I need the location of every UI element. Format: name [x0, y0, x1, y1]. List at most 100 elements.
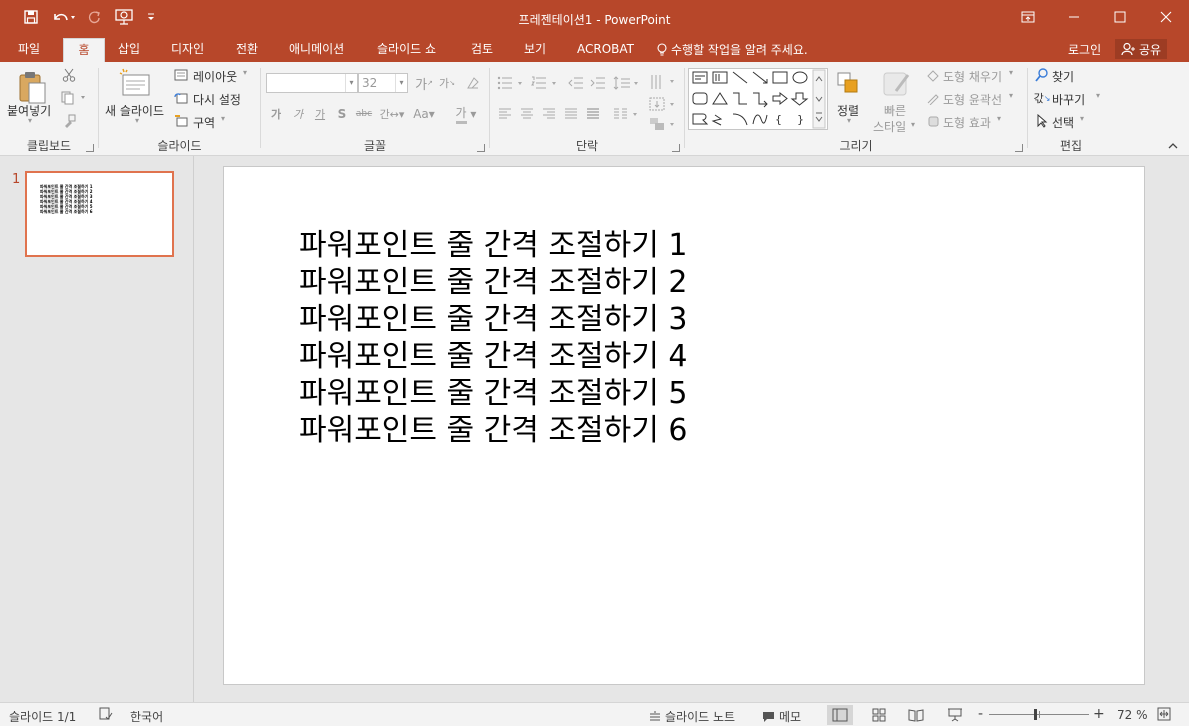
zoom-slider-handle[interactable] — [1034, 709, 1037, 720]
find-button[interactable]: 찾기 — [1052, 68, 1074, 85]
new-slide-icon[interactable] — [117, 66, 153, 100]
layout-dropdown-icon[interactable]: ▾ — [243, 68, 247, 77]
reset-button[interactable]: 다시 설정 — [193, 91, 241, 108]
tab-slideshow[interactable]: 슬라이드 쇼 — [367, 38, 446, 62]
arrange-icon[interactable] — [833, 68, 865, 100]
section-button[interactable]: 구역 — [193, 114, 215, 131]
underline-icon[interactable]: 가 — [311, 104, 329, 124]
copy-icon[interactable] — [60, 89, 88, 107]
align-left-icon[interactable] — [496, 104, 514, 124]
paragraph-launcher-icon[interactable] — [672, 144, 680, 152]
font-size-dropdown-icon[interactable]: ▾ — [395, 74, 407, 92]
shape-fill-dropdown-icon[interactable]: ▾ — [1009, 68, 1013, 77]
comments-button[interactable]: 메모 — [762, 708, 801, 725]
slide-sorter-icon[interactable] — [866, 705, 892, 725]
shape-effects-dropdown-icon[interactable]: ▾ — [997, 114, 1001, 123]
font-launcher-icon[interactable] — [477, 144, 485, 152]
align-right-icon[interactable] — [540, 104, 558, 124]
shape-fill-button[interactable]: 도형 채우기 — [943, 68, 1002, 85]
replace-dropdown-icon[interactable]: ▾ — [1096, 91, 1100, 100]
clipboard-launcher-icon[interactable] — [86, 144, 94, 152]
shapes-gallery[interactable]: { } — [688, 68, 828, 130]
text-direction-icon[interactable] — [648, 71, 678, 93]
quick-styles-label-1[interactable]: 빠른 — [884, 102, 906, 119]
columns-icon[interactable] — [612, 104, 642, 124]
close-icon[interactable] — [1144, 4, 1188, 30]
slideshow-view-icon[interactable] — [942, 705, 968, 725]
font-name-combo[interactable]: ▾ — [266, 73, 358, 93]
tab-review[interactable]: 검토 — [461, 38, 503, 62]
tab-view[interactable]: 보기 — [514, 38, 556, 62]
layout-button[interactable]: 레이아웃 — [193, 68, 237, 85]
tab-acrobat[interactable]: ACROBAT — [567, 38, 644, 62]
tab-home[interactable]: 홈 — [63, 38, 105, 62]
character-spacing-icon[interactable]: 간↔▾ — [377, 104, 407, 124]
zoom-in-button[interactable]: + — [1093, 706, 1105, 722]
slide-thumbnail[interactable]: 파워포인트 줄 간격 조절하기 1 파워포인트 줄 간격 조절하기 2 파워포인… — [25, 171, 174, 257]
font-color-icon[interactable]: 가 ▾ — [449, 104, 483, 124]
justify-icon[interactable] — [562, 104, 580, 124]
normal-view-icon[interactable] — [827, 705, 853, 725]
login-link[interactable]: 로그인 — [1068, 41, 1101, 58]
quick-styles-label-2[interactable]: 스타일 — [873, 118, 906, 135]
tab-animations[interactable]: 애니메이션 — [279, 38, 354, 62]
font-name-dropdown-icon[interactable]: ▾ — [345, 74, 357, 92]
maximize-icon[interactable] — [1098, 4, 1142, 30]
smartart-icon[interactable] — [648, 114, 678, 134]
cut-icon[interactable] — [60, 66, 78, 84]
fit-to-window-icon[interactable] — [1157, 707, 1171, 721]
new-slide-dropdown-icon[interactable]: ▾ — [135, 116, 139, 125]
section-dropdown-icon[interactable]: ▾ — [221, 114, 225, 123]
tab-insert[interactable]: 삽입 — [108, 38, 150, 62]
select-dropdown-icon[interactable]: ▾ — [1080, 114, 1084, 123]
zoom-slider[interactable] — [989, 709, 1089, 720]
zoom-out-button[interactable]: - — [978, 706, 983, 722]
thumbnail-number: 1 — [12, 172, 21, 187]
select-button[interactable]: 선택 — [1052, 114, 1074, 131]
italic-icon[interactable]: 가 — [289, 104, 307, 124]
format-painter-icon[interactable] — [60, 112, 78, 130]
strikethrough-icon[interactable]: abc — [353, 104, 375, 124]
text-shadow-icon[interactable]: S — [333, 104, 351, 124]
language-indicator[interactable]: 한국어 — [130, 708, 163, 725]
decrease-font-size-icon[interactable]: 가 ↘ — [437, 73, 457, 93]
numbering-icon[interactable] — [530, 73, 560, 93]
tab-design[interactable]: 디자인 — [161, 38, 214, 62]
tab-file[interactable]: 파일 — [8, 38, 50, 62]
slide-text-box[interactable]: 파워포인트 줄 간격 조절하기 1 파워포인트 줄 간격 조절하기 2 파워포인… — [299, 227, 687, 449]
quick-styles-dropdown-icon[interactable]: ▾ — [911, 120, 915, 129]
align-center-icon[interactable] — [518, 104, 536, 124]
align-text-icon[interactable] — [648, 94, 678, 114]
slide-canvas[interactable]: 파워포인트 줄 간격 조절하기 1 파워포인트 줄 간격 조절하기 2 파워포인… — [223, 166, 1145, 685]
drawing-launcher-icon[interactable] — [1015, 144, 1023, 152]
share-button[interactable]: 공유 — [1115, 39, 1168, 59]
ribbon-display-options-icon[interactable] — [1006, 4, 1050, 30]
paste-dropdown-icon[interactable]: ▾ — [28, 116, 32, 125]
bullets-icon[interactable] — [496, 73, 526, 93]
zoom-level[interactable]: 72 % — [1117, 708, 1148, 722]
arrange-dropdown-icon[interactable]: ▾ — [847, 116, 851, 125]
distributed-icon[interactable] — [584, 104, 602, 124]
paste-icon[interactable] — [14, 68, 50, 106]
minimize-icon[interactable] — [1052, 4, 1096, 30]
shape-effects-button[interactable]: 도형 효과 — [943, 114, 991, 131]
tab-transitions[interactable]: 전환 — [226, 38, 268, 62]
notes-button[interactable]: 슬라이드 노트 — [649, 708, 735, 725]
increase-font-size-icon[interactable]: 가 ↗ — [413, 73, 435, 93]
font-size-combo[interactable]: 32 ▾ — [358, 73, 408, 93]
clear-formatting-icon[interactable] — [463, 73, 483, 93]
shape-outline-button[interactable]: 도형 윤곽선 — [943, 91, 1002, 108]
line-spacing-icon[interactable] — [612, 73, 642, 93]
reading-view-icon[interactable] — [903, 705, 929, 725]
quick-styles-icon[interactable] — [881, 68, 913, 100]
increase-indent-icon[interactable] — [588, 73, 608, 93]
tell-me-search[interactable]: 수행할 작업을 알려 주세요. — [657, 41, 808, 58]
shape-outline-dropdown-icon[interactable]: ▾ — [1009, 91, 1013, 100]
change-case-icon[interactable]: Aa▾ — [409, 104, 439, 124]
replace-button[interactable]: 바꾸기 — [1052, 91, 1085, 108]
slide-text-line: 파워포인트 줄 간격 조절하기 1 — [299, 228, 688, 263]
spell-check-icon[interactable] — [99, 707, 113, 721]
decrease-indent-icon[interactable] — [566, 73, 586, 93]
collapse-ribbon-icon[interactable] — [1166, 140, 1180, 152]
bold-icon[interactable]: 가 — [267, 104, 285, 124]
